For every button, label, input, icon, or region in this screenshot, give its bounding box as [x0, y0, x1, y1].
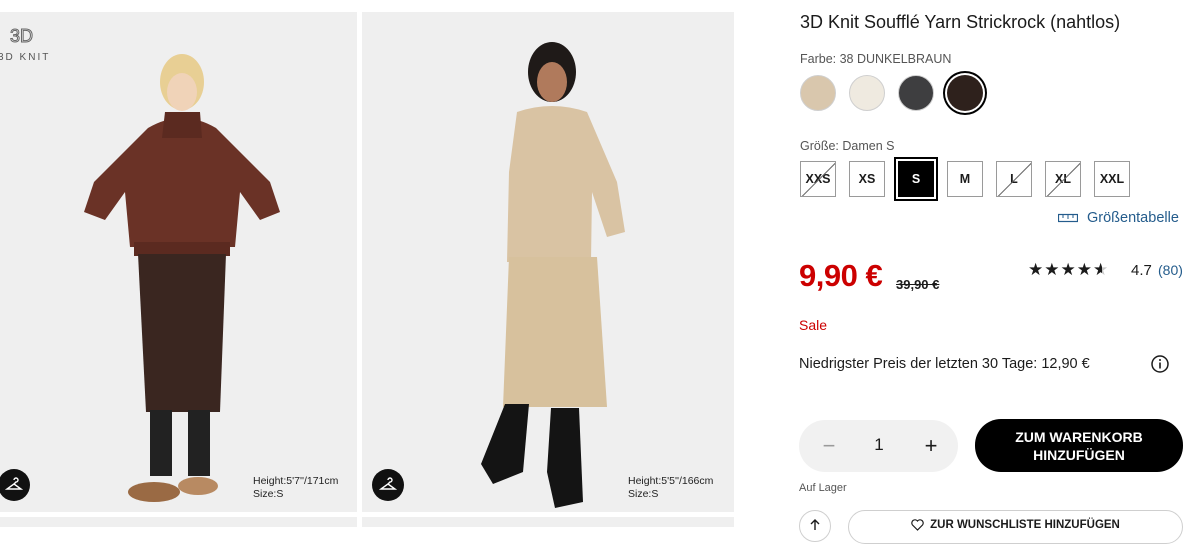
3d-knit-logo-text: 3D KNIT: [0, 52, 51, 63]
size-chart-label: Größentabelle: [1087, 210, 1179, 226]
lowest-price-text: Niedrigster Preis der letzten 30 Tage: 1…: [799, 356, 1090, 372]
ruler-icon: [1058, 213, 1078, 223]
share-button[interactable]: [799, 510, 831, 542]
product-photo-2[interactable]: Height:5'5''/166cm Size:S: [362, 12, 734, 512]
add-to-cart-button[interactable]: ZUM WARENKORB HINZUFÜGEN: [975, 419, 1183, 472]
color-label: Farbe: 38 DUNKELBRAUN: [800, 52, 952, 66]
size-option-s[interactable]: S: [898, 161, 934, 197]
color-swatch-off-white[interactable]: [849, 75, 885, 111]
size-option-label: L: [1010, 172, 1018, 186]
model-figure-beige: [481, 42, 625, 508]
original-price: 39,90 €: [896, 277, 940, 292]
quantity-value[interactable]: 1: [865, 435, 893, 455]
3d-knit-logo: 3D: [10, 26, 34, 47]
star-icon: ★: [1028, 260, 1045, 279]
try-on-button-2[interactable]: [372, 469, 404, 501]
size-option-label: XL: [1055, 172, 1071, 186]
add-to-wishlist-button[interactable]: ZUR WUNSCHLISTE HINZUFÜGEN: [848, 510, 1183, 544]
model-size: Size:S: [253, 488, 284, 500]
model-size-note-2: Height:5'5''/166cm Size:S: [628, 475, 713, 501]
model-height: Height:5'5''/166cm: [628, 475, 714, 487]
rating-count-link[interactable]: (80): [1158, 262, 1183, 278]
model-height: Height:5'7''/171cm: [253, 475, 339, 487]
rating-stars: ★★★★★: [1028, 260, 1109, 280]
star-half-icon: ★: [1093, 260, 1110, 279]
size-option-label: XS: [858, 172, 876, 186]
sale-badge: Sale: [799, 317, 828, 333]
star-icon: ★: [1076, 260, 1093, 279]
hanger-icon: [379, 477, 397, 490]
product-photo-1[interactable]: 3D 3D KNIT Height:5'7''/171cm Size:S: [0, 12, 357, 512]
model-size: Size:S: [628, 488, 659, 500]
stock-status: Auf Lager: [799, 482, 847, 494]
size-option-xs[interactable]: XS: [849, 161, 885, 197]
star-icon: ★: [1044, 260, 1061, 279]
svg-text:3D: 3D: [10, 26, 33, 46]
product-photo-3[interactable]: [0, 517, 357, 527]
wishlist-label: ZUR WUNSCHLISTE HINZUFÜGEN: [930, 519, 1120, 531]
model-figure-brown: [84, 54, 280, 502]
heart-icon: [911, 519, 924, 531]
info-icon[interactable]: [1151, 355, 1169, 373]
color-swatch-dark-brown[interactable]: [947, 75, 983, 111]
product-title: 3D Knit Soufflé Yarn Strickrock (nahtlos…: [800, 12, 1121, 32]
size-label: Größe: Damen S: [800, 139, 895, 153]
size-option-label: XXS: [805, 172, 831, 186]
sale-price: 9,90 €: [799, 258, 883, 293]
size-option-label: M: [959, 172, 971, 186]
quantity-decrease-button[interactable]: −: [815, 432, 843, 460]
size-option-xl[interactable]: XL: [1045, 161, 1081, 197]
size-option-m[interactable]: M: [947, 161, 983, 197]
size-chart-link[interactable]: Größentabelle: [1058, 210, 1179, 226]
size-option-xxs[interactable]: XXS: [800, 161, 836, 197]
quantity-stepper: − 1 +: [799, 420, 958, 472]
size-option-label: XXL: [1099, 172, 1125, 186]
model-size-note-1: Height:5'7''/171cm Size:S: [253, 475, 338, 501]
share-icon: [810, 519, 820, 530]
size-option-label: S: [911, 172, 921, 186]
color-swatch-beige[interactable]: [800, 75, 836, 111]
size-option-l[interactable]: L: [996, 161, 1032, 197]
size-option-xxl[interactable]: XXL: [1094, 161, 1130, 197]
hanger-icon: [5, 477, 23, 490]
star-icon: ★: [1060, 260, 1077, 279]
product-photo-4[interactable]: [362, 517, 734, 527]
try-on-button-1[interactable]: [0, 469, 30, 501]
add-to-cart-label: ZUM WARENKORB HINZUFÜGEN: [1015, 428, 1143, 463]
color-swatch-dark-gray[interactable]: [898, 75, 934, 111]
quantity-increase-button[interactable]: +: [917, 432, 945, 460]
rating-value: 4.7: [1131, 262, 1152, 279]
